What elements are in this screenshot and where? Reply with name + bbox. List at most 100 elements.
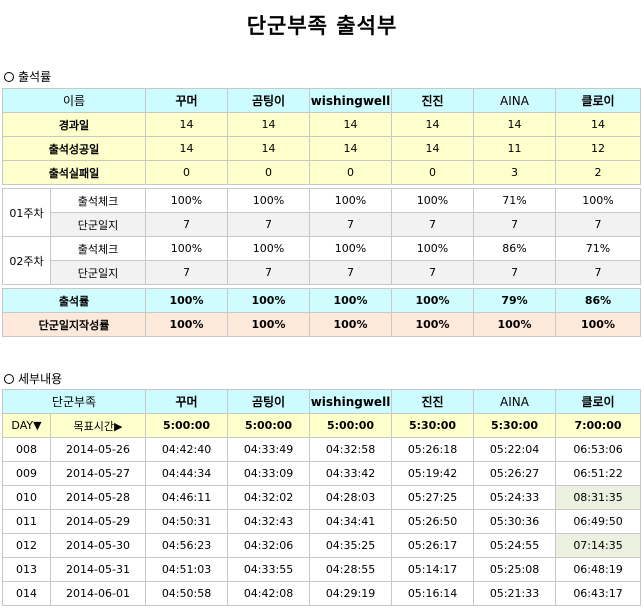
- cell: 04:28:55: [309, 557, 393, 582]
- cell: 14: [473, 112, 556, 137]
- column-header: wishingwell: [309, 88, 392, 113]
- cell: 100%: [473, 312, 556, 337]
- column-header: 진진: [391, 389, 475, 414]
- cell: 05:30:36: [473, 509, 557, 534]
- cell: 06:43:17: [555, 581, 642, 606]
- cell: 06:48:19: [555, 557, 642, 582]
- cell: 07:14:35: [555, 533, 642, 558]
- cell: 12: [555, 136, 641, 161]
- target-time: 7:00:00: [555, 413, 642, 438]
- cell: 100%: [145, 236, 228, 261]
- cell: 08:31:35: [555, 485, 642, 510]
- cell: 14: [309, 136, 392, 161]
- cell: 04:42:08: [227, 581, 311, 606]
- fail-days-row: 출석실패일 0 0 0 0 3 2: [2, 160, 641, 185]
- cell: 14: [145, 136, 228, 161]
- cell: 04:32:02: [227, 485, 311, 510]
- cell: 71%: [473, 188, 556, 213]
- cell: 2: [555, 160, 641, 185]
- cell: 86%: [555, 288, 641, 313]
- attendance-rate-row: 출석률 100% 100% 100% 100% 79% 86%: [2, 288, 641, 313]
- cell: 04:33:49: [227, 437, 311, 462]
- cell: 04:50:31: [145, 509, 229, 534]
- column-header: 클로이: [555, 88, 641, 113]
- cell: 14: [391, 112, 474, 137]
- cell: 14: [309, 112, 392, 137]
- cell: 0: [227, 160, 310, 185]
- cell: 04:32:58: [309, 437, 393, 462]
- detail-rows: 008 2014-05-26 04:42:40 04:33:49 04:32:58 05:…: [2, 437, 642, 606]
- details-table: 단군부족 꾸머 곰팅이 wishingwell 진진 AINA 클로이 DAY▼…: [1, 389, 642, 606]
- column-header: 단군부족: [1, 389, 147, 414]
- cell: 7: [555, 260, 641, 285]
- cell: 04:29:19: [309, 581, 393, 606]
- cell: 04:28:03: [309, 485, 393, 510]
- week-label: 01주차: [2, 188, 51, 237]
- target-time: 5:00:00: [309, 413, 393, 438]
- cell: 04:46:11: [145, 485, 229, 510]
- journal-rate-row: 단군일지작성률 100% 100% 100% 100% 100% 100%: [2, 312, 641, 337]
- row-label: 단군일지: [50, 212, 146, 237]
- target-time-label[interactable]: 목표시간▶: [49, 413, 147, 438]
- cell: 05:21:33: [473, 581, 557, 606]
- cell: 100%: [227, 312, 310, 337]
- cell: 100%: [227, 288, 310, 313]
- cell: 100%: [145, 188, 228, 213]
- cell: 2014-05-28: [49, 485, 147, 510]
- attendance-header-row: 이름 꾸머 곰팅이 wishingwell 진진 AINA 클로이: [2, 88, 641, 113]
- cell: 012: [2, 533, 51, 558]
- cell: 013: [2, 557, 51, 582]
- cell: 2014-05-30: [49, 533, 147, 558]
- cell: 100%: [227, 188, 310, 213]
- week-label: 02주차: [2, 236, 51, 285]
- column-header: 진진: [391, 88, 474, 113]
- column-header: 곰팅이: [227, 88, 310, 113]
- cell: 100%: [555, 188, 641, 213]
- table-row: 009 2014-05-27 04:44:34 04:33:09 04:33:42 05:…: [2, 461, 642, 486]
- cell: 2014-05-31: [49, 557, 147, 582]
- cell: 7: [227, 212, 310, 237]
- cell: 05:26:27: [473, 461, 557, 486]
- cell: 05:24:55: [473, 533, 557, 558]
- table-row: 008 2014-05-26 04:42:40 04:33:49 04:32:58 05:…: [2, 437, 642, 462]
- cell: 100%: [309, 236, 392, 261]
- cell: 008: [2, 437, 51, 462]
- week2-check-row: 02주차 출석체크 100% 100% 100% 100% 86% 71%: [2, 236, 641, 285]
- cell: 100%: [309, 188, 392, 213]
- cell: 14: [227, 136, 310, 161]
- column-header: 꾸머: [145, 389, 229, 414]
- column-header: 클로이: [555, 389, 642, 414]
- cell: 7: [145, 212, 228, 237]
- target-time: 5:30:00: [473, 413, 557, 438]
- cell: 2014-05-29: [49, 509, 147, 534]
- attendance-section-title: 출석률: [4, 68, 51, 85]
- cell: 100%: [145, 312, 228, 337]
- circle-bullet-icon: [4, 374, 14, 384]
- cell: 05:19:42: [391, 461, 475, 486]
- cell: 010: [2, 485, 51, 510]
- details-header-row: 단군부족 꾸머 곰팅이 wishingwell 진진 AINA 클로이: [1, 389, 642, 414]
- cell: 05:27:25: [391, 485, 475, 510]
- cell: 14: [391, 136, 474, 161]
- cell: 7: [227, 260, 310, 285]
- cell: 04:32:43: [227, 509, 311, 534]
- cell: 100%: [309, 288, 392, 313]
- column-header: AINA: [473, 389, 557, 414]
- cell: 05:25:08: [473, 557, 557, 582]
- column-header: wishingwell: [309, 389, 393, 414]
- row-label: 출석실패일: [2, 160, 146, 185]
- day-sort-header[interactable]: DAY▼: [2, 413, 51, 438]
- column-header: AINA: [473, 88, 556, 113]
- cell: 71%: [555, 236, 641, 261]
- cell: 7: [309, 212, 392, 237]
- cell: 100%: [227, 236, 310, 261]
- cell: 2014-06-01: [49, 581, 147, 606]
- cell: 7: [145, 260, 228, 285]
- cell: 14: [555, 112, 641, 137]
- cell: 009: [2, 461, 51, 486]
- cell: 2014-05-26: [49, 437, 147, 462]
- cell: 05:26:17: [391, 533, 475, 558]
- circle-bullet-icon: [4, 72, 14, 82]
- row-label: 단군일지: [50, 260, 146, 285]
- cell: 100%: [309, 312, 392, 337]
